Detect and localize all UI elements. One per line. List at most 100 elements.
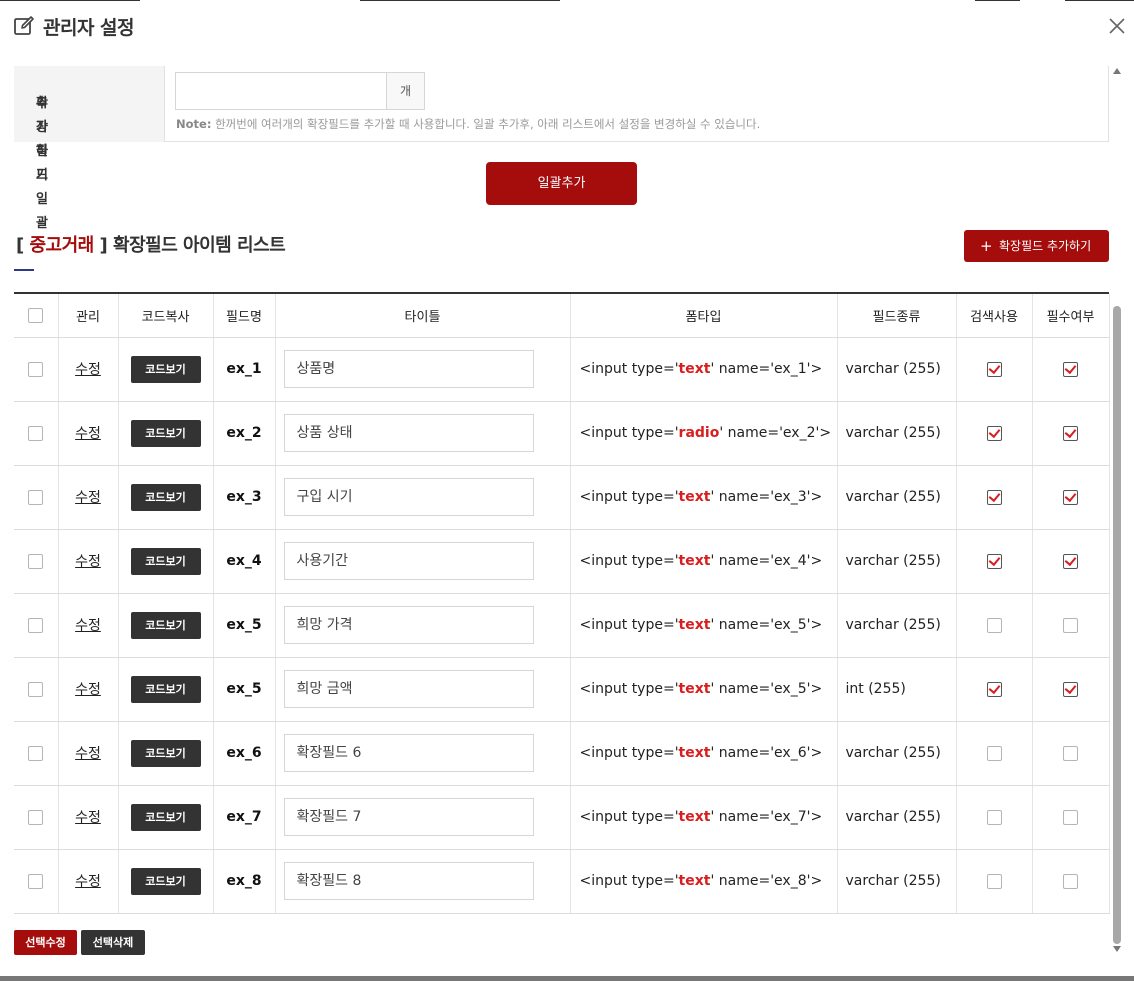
column-header: 필드종류 [836,294,956,338]
row-checkbox[interactable] [28,681,44,697]
scroll-down-arrow[interactable] [1113,946,1121,952]
row-checkbox[interactable] [28,489,44,505]
required-checkbox[interactable] [1063,553,1078,569]
table-row: 수정 코드보기 ex_5 희망 금액 <input type='text' name='… [14,657,1110,722]
view-code-button[interactable]: 코드보기 [130,803,201,831]
row-checkbox[interactable] [28,809,44,825]
bulk-add-label-line2: 추가하기 [36,96,48,183]
field-kind: varchar (255) [836,529,956,594]
row-checkbox[interactable] [28,361,44,377]
required-checkbox[interactable] [1063,745,1078,761]
field-title-input[interactable]: 상품명 [283,350,534,388]
row-checkbox[interactable] [28,553,44,569]
field-title-input[interactable]: 확장필드 6 [283,734,534,772]
form-type: <input type='radio' name='ex_2'> [569,401,837,466]
section-title-text: 확장필드 아이템 리스트 [107,235,286,256]
search-use-checkbox[interactable] [986,617,1002,633]
view-code-button[interactable]: 코드보기 [130,611,201,639]
required-checkbox[interactable] [1063,809,1078,825]
section-title: [ 중고거래 ] 확장필드 아이템 리스트 [16,231,286,257]
view-code-button[interactable]: 코드보기 [130,739,201,767]
field-name: ex_2 [226,425,262,441]
bulk-add-label-cell: 확장필드 일괄 추가하기 [14,66,165,231]
form-type-value: text [678,361,711,377]
form-type-prefix: <input type=' [579,681,679,697]
add-field-button[interactable]: + 확장필드 추가하기 [964,230,1109,262]
form-type: <input type='text' name='ex_7'> [569,785,837,850]
selected-edit-button[interactable]: 선택수정 [14,930,77,955]
scrollbar[interactable] [1111,66,1123,956]
edit-link[interactable]: 수정 [75,682,101,698]
form-type-value: text [678,489,711,505]
close-icon[interactable] [1107,16,1127,36]
search-use-checkbox[interactable] [986,809,1002,825]
view-code-button[interactable]: 코드보기 [130,547,201,575]
search-use-checkbox[interactable] [986,873,1002,889]
search-use-checkbox[interactable] [986,489,1002,505]
row-checkbox[interactable] [28,425,44,441]
column-header: 폼타입 [569,294,837,338]
category-name: 중고거래 [29,235,95,256]
section-underline [14,269,34,271]
required-checkbox[interactable] [1063,617,1078,633]
required-checkbox[interactable] [1063,361,1078,377]
bulk-add-button[interactable]: 일괄추가 [486,162,637,205]
form-type-prefix: <input type=' [579,489,679,505]
bulk-note-text: 한꺼번에 여러개의 확장필드를 추가할 때 사용합니다. 일괄 추가후, 아래 … [211,117,761,131]
form-type-prefix: <input type=' [579,873,679,889]
edit-link[interactable]: 수정 [75,746,101,762]
required-checkbox[interactable] [1063,873,1078,889]
field-title-input[interactable]: 확장필드 7 [283,798,534,836]
form-type-prefix: <input type=' [579,553,679,569]
field-title-input[interactable]: 상품 상태 [283,414,534,452]
search-use-checkbox[interactable] [986,361,1002,377]
scroll-up-arrow[interactable] [1113,68,1121,74]
edit-link[interactable]: 수정 [75,810,101,826]
bulk-note: Note: 한꺼번에 여러개의 확장필드를 추가할 때 사용합니다. 일괄 추가… [176,116,760,132]
edit-link[interactable]: 수정 [75,362,101,378]
bulk-count-input[interactable] [175,72,387,110]
required-checkbox[interactable] [1063,681,1078,697]
scrollbar-thumb[interactable] [1113,306,1121,944]
form-type: <input type='text' name='ex_1'> [569,337,837,402]
field-title-input[interactable]: 구입 시기 [283,478,534,516]
table-row: 수정 코드보기 ex_6 확장필드 6 <input type='text' name=… [14,721,1110,786]
required-checkbox[interactable] [1063,489,1078,505]
field-title-input[interactable]: 확장필드 8 [283,862,534,900]
row-checkbox[interactable] [28,745,44,761]
search-use-checkbox[interactable] [986,681,1002,697]
search-use-checkbox[interactable] [986,745,1002,761]
view-code-button[interactable]: 코드보기 [130,483,201,511]
search-use-checkbox[interactable] [986,425,1002,441]
edit-link[interactable]: 수정 [75,490,101,506]
edit-link[interactable]: 수정 [75,426,101,442]
column-header: 코드복사 [117,294,213,338]
form-type-suffix: ' name='ex_2'> [719,425,832,441]
edit-link[interactable]: 수정 [75,618,101,634]
view-code-button[interactable]: 코드보기 [130,355,201,383]
table-row: 수정 코드보기 ex_4 사용기간 <input type='text' name='e… [14,529,1110,594]
edit-link[interactable]: 수정 [75,554,101,570]
row-checkbox[interactable] [28,873,44,889]
view-code-button[interactable]: 코드보기 [130,867,201,895]
form-type-value: text [678,873,711,889]
field-title-input[interactable]: 희망 가격 [283,606,534,644]
bracket-close: ] [93,235,108,256]
field-title-input[interactable]: 희망 금액 [283,670,534,708]
form-type-suffix: ' name='ex_6'> [710,745,823,761]
field-kind: varchar (255) [836,401,956,466]
edit-link[interactable]: 수정 [75,874,101,890]
selected-delete-button[interactable]: 선택삭제 [81,930,145,955]
field-title-input[interactable]: 사용기간 [283,542,534,580]
required-checkbox[interactable] [1063,425,1078,441]
view-code-button[interactable]: 코드보기 [130,419,201,447]
select-all-checkbox[interactable] [28,307,44,323]
view-code-button[interactable]: 코드보기 [130,675,201,703]
field-kind: varchar (255) [836,593,956,658]
field-kind: varchar (255) [836,721,956,786]
table-header-row: 관리 코드복사 필드명 타이틀 폼타입 필드종류 검색사용 필수여부 [14,294,1110,338]
search-use-checkbox[interactable] [986,553,1002,569]
row-checkbox[interactable] [28,617,44,633]
field-name: ex_1 [226,361,262,377]
bottom-bar [0,976,1134,981]
